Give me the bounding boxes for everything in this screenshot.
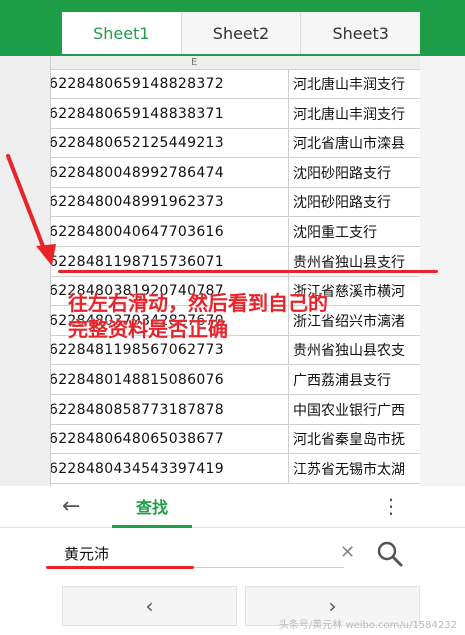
table-row[interactable]: 646228480659148828372河北唐山丰润支行 [51,69,420,99]
table-row[interactable]: 676228480048992786474沈阳砂阳路支行 [51,158,420,188]
table-row[interactable]: 656228480659148838371河北唐山丰润支行 [51,99,420,129]
cell-account-number[interactable]: 6228480040647703616 [51,217,289,247]
instruction-annotation: 往左右滑动，然后看到自己的 完整资料是否正确 [68,290,408,342]
cell-branch[interactable]: 沈阳砂阳路支行 [289,163,417,183]
cell-branch[interactable]: 河北唐山丰润支行 [289,104,417,124]
cell-branch[interactable]: 沈阳砂阳路支行 [289,192,417,212]
cell-account-number[interactable]: 6228480048991962373 [51,187,289,217]
table-row[interactable]: 696228480040647703616沈阳重工支行 [51,217,420,247]
cell-branch[interactable]: 沈阳重工支行 [289,222,417,242]
cell-branch[interactable]: 广西荔浦县支行 [289,370,417,390]
cell-branch[interactable]: 河北唐山丰润支行 [289,74,417,94]
cell-account-number[interactable]: 6228480659148828372 [51,69,289,99]
table-row[interactable]: 776228480434543397419江苏省无锡市太湖 [51,454,420,484]
clear-icon[interactable]: ✕ [340,542,355,563]
cell-branch[interactable]: 贵州省独山县支行 [289,252,417,272]
tab-sheet3[interactable]: Sheet3 [301,12,420,54]
cell-branch[interactable]: 江苏省无锡市太湖 [289,459,417,479]
search-input[interactable] [64,540,344,568]
find-panel: ← 查找 ⋮ ✕ ‹ › 头条号/黄元林 weibo.com/u/1584232 [0,486,465,635]
search-underline [46,566,194,569]
more-options-icon[interactable]: ⋮ [381,494,401,518]
back-arrow-icon[interactable]: ← [62,494,80,519]
sheet-tabs: Sheet1 Sheet2 Sheet3 [62,12,420,54]
annotation-line-1: 往左右滑动，然后看到自己的 [68,291,328,315]
cell-account-number[interactable]: 6228480659148838371 [51,99,289,129]
column-header-e[interactable]: E [51,56,420,70]
find-panel-header: ← 查找 ⋮ [0,486,465,528]
row-header-gutter [0,56,50,486]
watermark: 头条号/黄元林 weibo.com/u/1584232 [278,620,457,631]
cell-branch[interactable]: 河北省秦皇岛市抚 [289,429,417,449]
cell-account-number[interactable]: 6228480148815086076 [51,365,289,395]
cell-branch[interactable]: 河北省唐山市滦县 [289,133,417,153]
table-row[interactable]: 756228480858773187878中国农业银行广西 [51,395,420,425]
highlight-underline [58,270,438,273]
search-icon[interactable] [376,540,404,568]
cell-account-number[interactable]: 6228480048992786474 [51,158,289,188]
find-previous-button[interactable]: ‹ [62,586,237,626]
arrow-icon [6,154,56,266]
annotation-line-2: 完整资料是否正确 [68,317,228,341]
tab-sheet1[interactable]: Sheet1 [62,12,182,54]
table-row[interactable]: 766228480648065038677河北省秦皇岛市抚 [51,424,420,455]
cell-branch[interactable]: 中国农业银行广西 [289,400,417,420]
cell-account-number[interactable]: 6228480648065038677 [51,424,289,454]
table-row[interactable]: 746228480148815086076广西荔浦县支行 [51,365,420,395]
cell-account-number[interactable]: 6228480858773187878 [51,395,289,425]
cell-branch[interactable]: 贵州省独山县农支 [289,340,417,360]
cell-account-number[interactable]: 6228480434543397419 [51,454,289,484]
tab-sheet2[interactable]: Sheet2 [182,12,302,54]
cell-account-number[interactable]: 6228480652125449213 [51,128,289,158]
table-row[interactable]: 666228480652125449213河北省唐山市滦县 [51,128,420,159]
tab-find[interactable]: 查找 [112,486,192,528]
table-row[interactable]: 686228480048991962373沈阳砂阳路支行 [51,187,420,218]
